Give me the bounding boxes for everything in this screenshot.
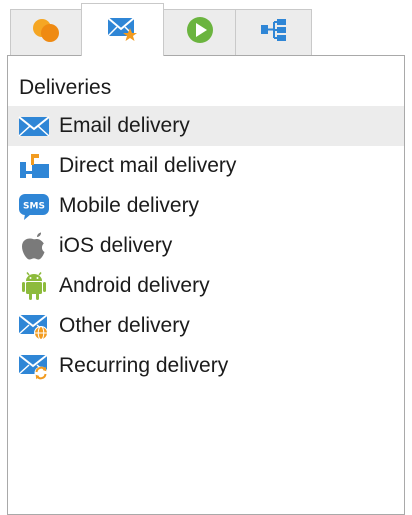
list-item-other-delivery[interactable]: Other delivery [8, 306, 404, 346]
android-icon [17, 271, 51, 301]
list-item-email-delivery[interactable]: Email delivery [8, 106, 404, 146]
play-icon [183, 15, 217, 50]
list-item-label: Other delivery [59, 314, 190, 337]
tab-hierarchy[interactable] [235, 9, 312, 55]
email-icon [17, 111, 51, 141]
list-item-label: Email delivery [59, 114, 190, 137]
list-item-recurring-delivery[interactable]: Recurring delivery [8, 346, 404, 386]
mailbox-icon [17, 151, 51, 181]
list-item-ios-delivery[interactable]: iOS delivery [8, 226, 404, 266]
list-item-label: iOS delivery [59, 234, 173, 257]
hierarchy-icon [256, 15, 292, 50]
list-item-direct-mail-delivery[interactable]: Direct mail delivery [8, 146, 404, 186]
deliveries-list: Email delivery Direct mail delivery SMS … [8, 106, 404, 386]
list-item-mobile-delivery[interactable]: SMS Mobile delivery [8, 186, 404, 226]
deliveries-panel: Deliveries Email delivery Direct mail de… [7, 55, 405, 515]
orange-circles-icon [28, 15, 64, 50]
apple-icon [17, 231, 51, 261]
envelope-globe-icon [17, 311, 51, 341]
envelope-recurring-icon [17, 351, 51, 381]
svg-text:SMS: SMS [23, 202, 45, 212]
tab-play[interactable] [163, 9, 236, 55]
panel-heading: Deliveries [19, 76, 112, 99]
sms-icon: SMS [17, 191, 51, 221]
list-item-label: Mobile delivery [59, 194, 200, 217]
tab-deliveries[interactable] [81, 3, 164, 56]
tab-bar [0, 0, 412, 56]
tab-orange-circles[interactable] [10, 9, 82, 55]
list-item-label: Direct mail delivery [59, 154, 237, 177]
list-item-label: Recurring delivery [59, 354, 229, 377]
list-item-label: Android delivery [59, 274, 210, 297]
envelope-star-icon [106, 13, 140, 48]
list-item-android-delivery[interactable]: Android delivery [8, 266, 404, 306]
